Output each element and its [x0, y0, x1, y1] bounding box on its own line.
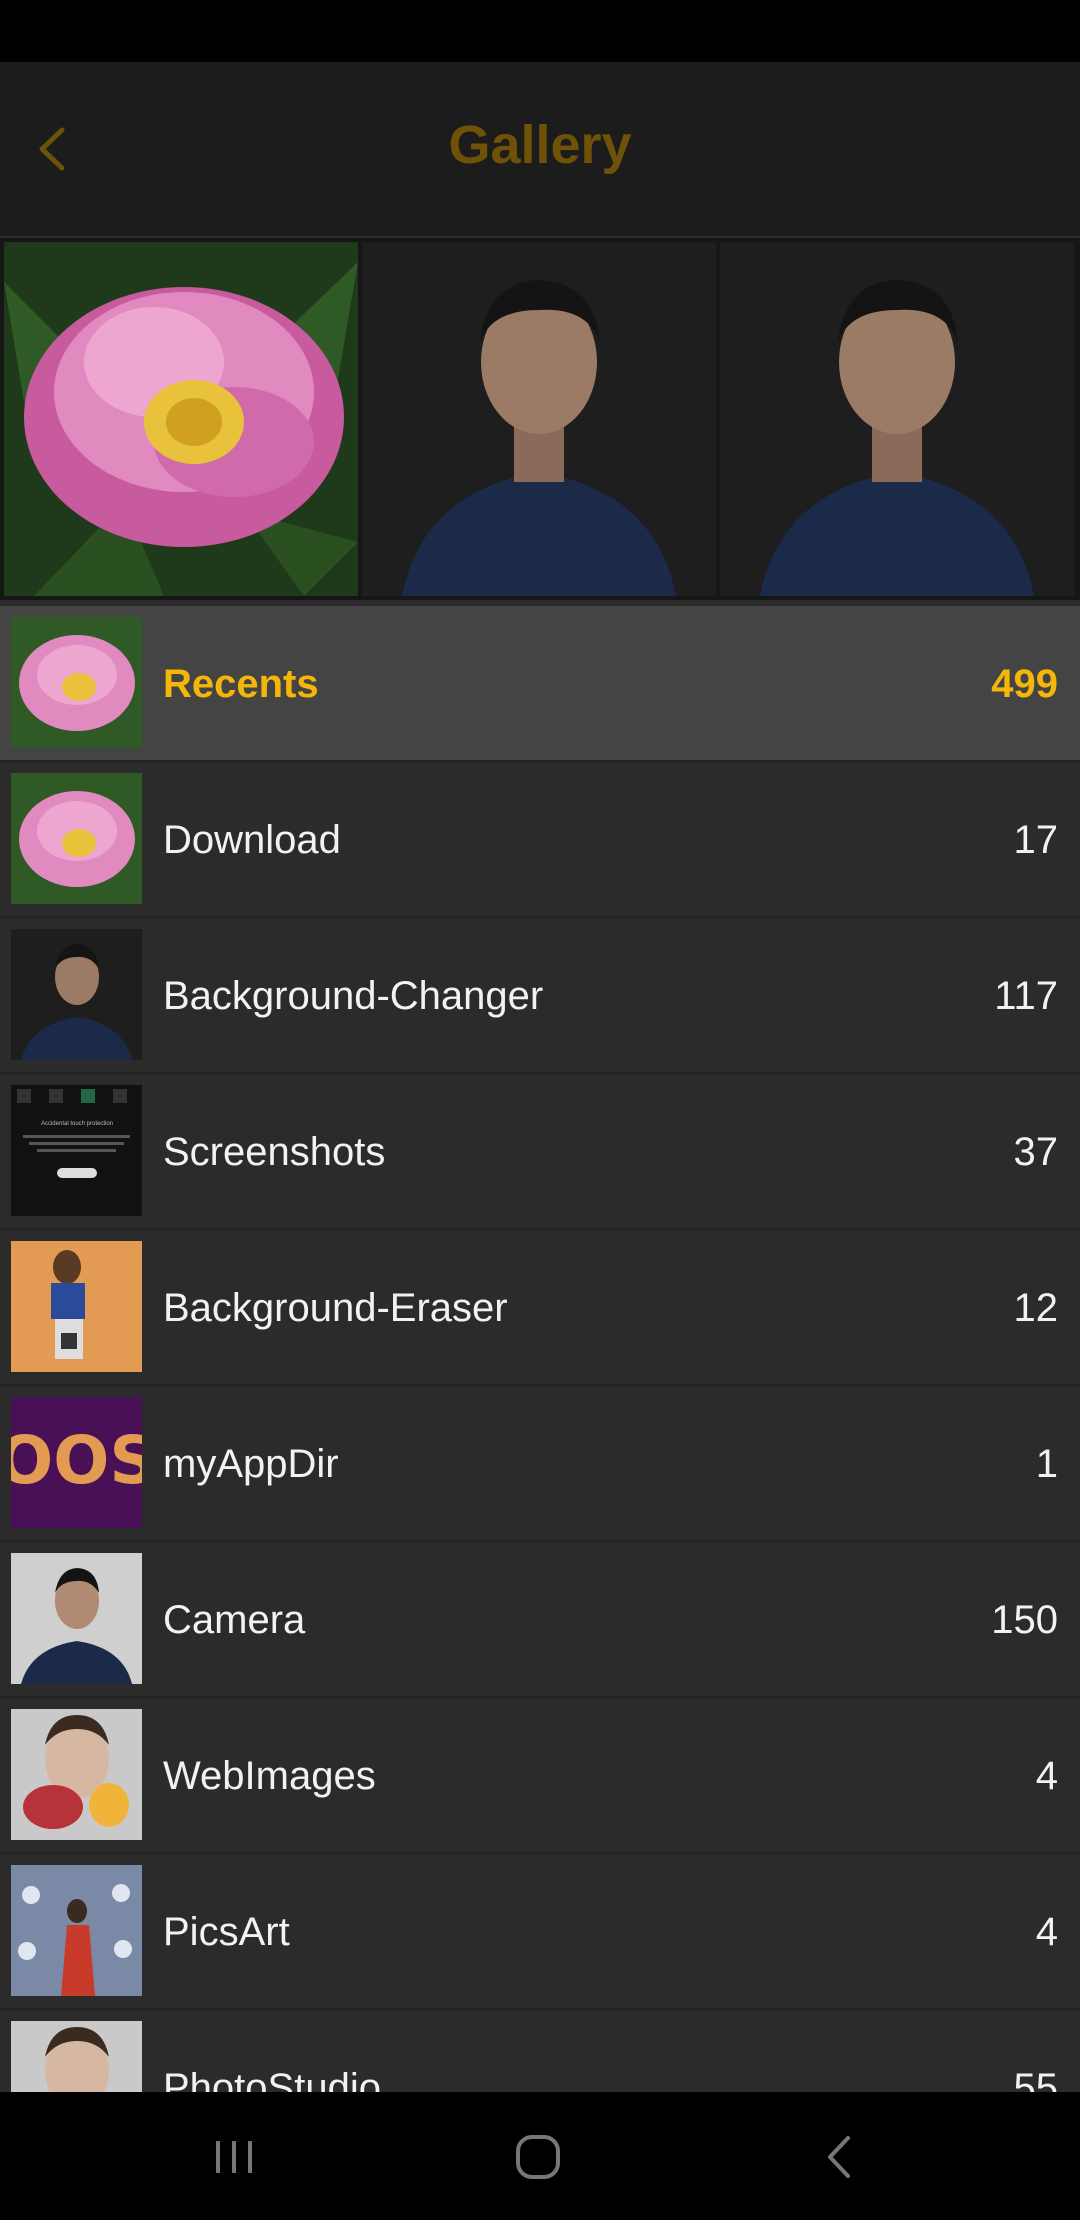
album-name: WebImages — [163, 1754, 376, 1798]
back-icon — [828, 2136, 850, 2178]
album-count: 17 — [1013, 818, 1059, 862]
album-thumbnail — [11, 617, 142, 748]
photo-tile-flower[interactable] — [4, 242, 358, 596]
album-name: PicsArt — [163, 1910, 290, 1954]
album-thumbnail — [11, 1241, 142, 1372]
page-title: Gallery — [448, 115, 632, 175]
thumbnail-text: Accidental touch protection — [41, 1121, 113, 1127]
album-name: Background-Changer — [163, 974, 544, 1018]
album-count: 37 — [1013, 1130, 1059, 1174]
recent-apps-button[interactable] — [190, 2122, 280, 2192]
album-name: Background-Eraser — [163, 1286, 508, 1330]
album-row-photostudio[interactable]: PhotoStudio 55 — [0, 2010, 1080, 2092]
recent-photos-grid — [0, 238, 1080, 600]
album-row-webimages[interactable]: WebImages 4 — [0, 1698, 1080, 1854]
album-thumbnail: OOS — [11, 1397, 142, 1528]
album-count: 499 — [991, 662, 1058, 706]
album-thumbnail — [11, 2021, 142, 2092]
album-count: 1 — [1035, 1442, 1058, 1486]
album-count: 150 — [991, 1598, 1058, 1642]
album-thumbnail — [11, 1553, 142, 1684]
recent-apps-icon — [216, 2141, 252, 2173]
album-name: Screenshots — [163, 1130, 386, 1174]
album-count: 4 — [1035, 1910, 1058, 1954]
album-count: 55 — [1013, 2066, 1059, 2092]
album-count: 117 — [994, 974, 1058, 1018]
album-name: Download — [163, 818, 341, 862]
nav-back-button[interactable] — [795, 2122, 885, 2192]
album-name: Recents — [163, 662, 319, 706]
album-thumbnail — [11, 929, 142, 1060]
photo-tile-portrait[interactable] — [362, 242, 716, 596]
photo-tile-portrait[interactable] — [720, 242, 1074, 596]
album-row-picsart[interactable]: PicsArt 4 — [0, 1854, 1080, 2010]
album-count: 12 — [1013, 1286, 1059, 1330]
album-name: PhotoStudio — [163, 2066, 381, 2092]
album-row-screenshots[interactable]: Accidental touch protection Screenshots … — [0, 1074, 1080, 1230]
album-row-background-changer[interactable]: Background-Changer 117 — [0, 918, 1080, 1074]
album-thumbnail — [11, 1865, 142, 1996]
album-thumbnail — [11, 1709, 142, 1840]
album-count: 4 — [1035, 1754, 1058, 1798]
album-thumbnail — [11, 773, 142, 904]
status-bar — [0, 0, 1080, 62]
album-list: Recents 499 Download 17 Background-Chang… — [0, 606, 1080, 2092]
album-row-camera[interactable]: Camera 150 — [0, 1542, 1080, 1698]
album-row-download[interactable]: Download 17 — [0, 762, 1080, 918]
app-header: Gallery — [0, 62, 1080, 236]
album-thumbnail: Accidental touch protection — [11, 1085, 142, 1216]
system-nav-bar — [0, 2092, 1080, 2220]
album-row-recents[interactable]: Recents 499 — [0, 606, 1080, 762]
album-name: Camera — [163, 1598, 306, 1642]
thumbnail-text: OOS — [11, 1422, 142, 1499]
album-row-background-eraser[interactable]: Background-Eraser 12 — [0, 1230, 1080, 1386]
home-icon — [516, 2135, 560, 2179]
home-button[interactable] — [493, 2122, 583, 2192]
album-name: myAppDir — [163, 1442, 339, 1486]
album-row-myappdir[interactable]: OOS myAppDir 1 — [0, 1386, 1080, 1542]
